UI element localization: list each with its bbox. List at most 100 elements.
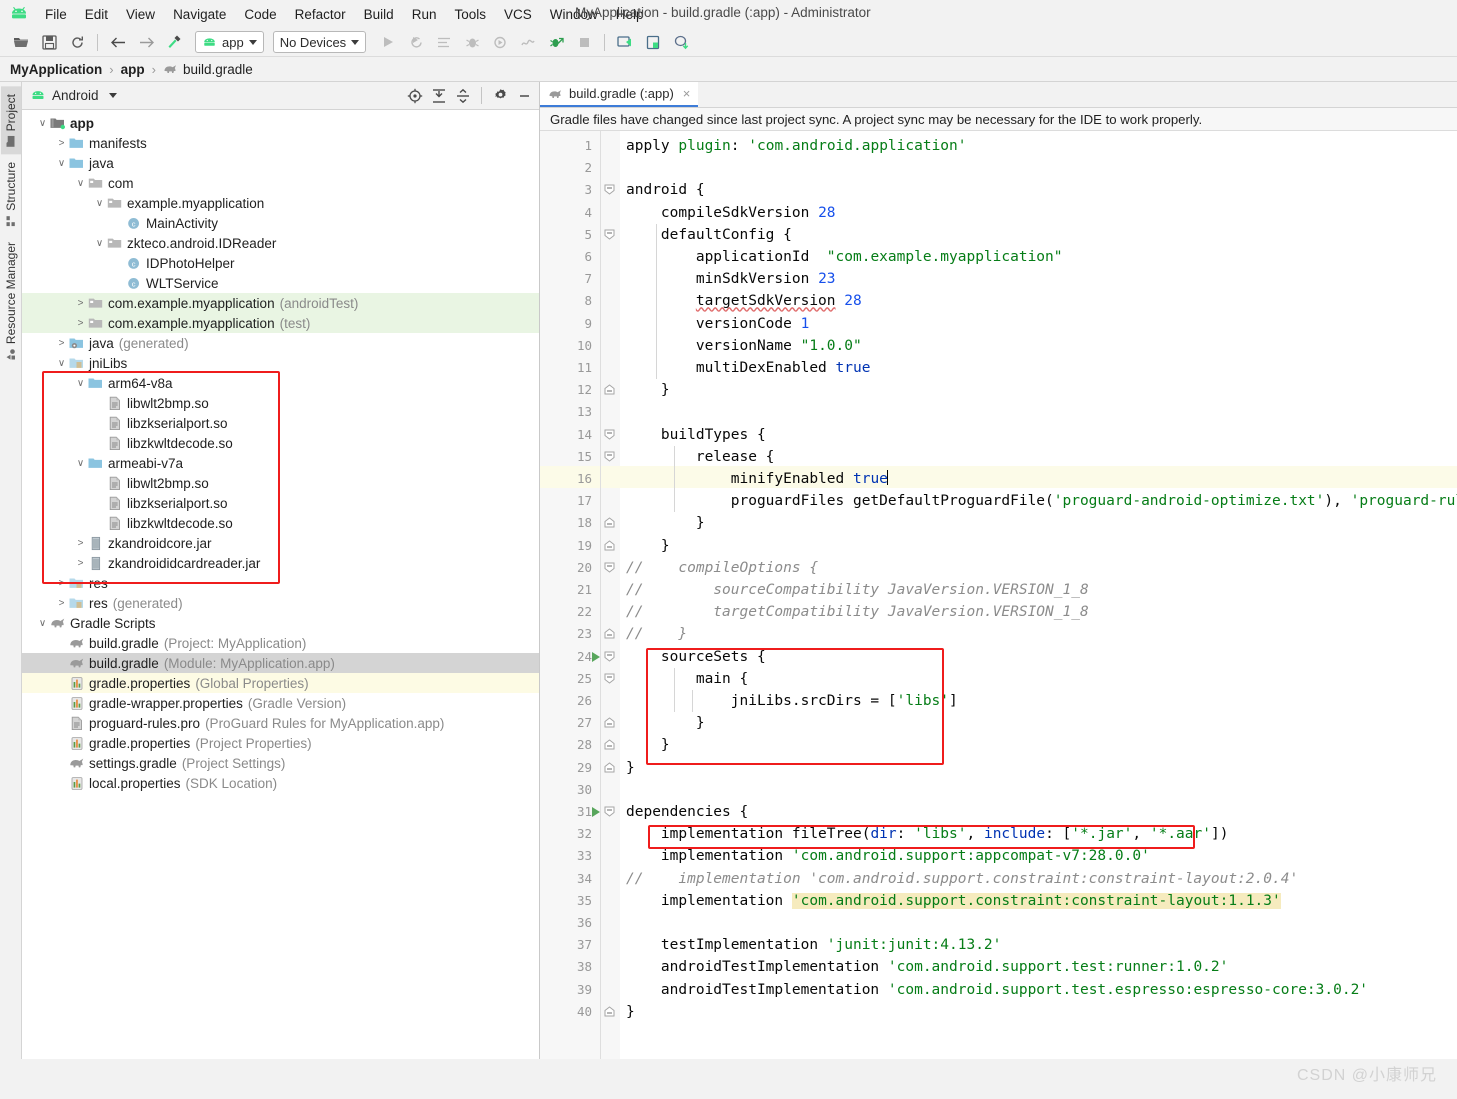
menu-run[interactable]: Run [403, 5, 446, 24]
hide-panel-icon[interactable] [513, 85, 535, 107]
avd-manager-icon[interactable] [612, 30, 638, 54]
tree-node-com-example-myapplication[interactable]: > com.example.myapplication (androidTest) [22, 293, 539, 313]
tree-node-build-gradle[interactable]: build.gradle (Module: MyApplication.app) [22, 653, 539, 673]
settings-gear-icon[interactable] [489, 85, 511, 107]
chevron-right-icon[interactable]: > [74, 558, 87, 569]
tree-node-libzkwltdecode-so[interactable]: libzkwltdecode.so [22, 513, 539, 533]
menu-refactor[interactable]: Refactor [286, 5, 355, 24]
menu-navigate[interactable]: Navigate [164, 5, 235, 24]
tree-node-app[interactable]: ∨ app [22, 113, 539, 133]
code-line[interactable]: sourceSets { [626, 646, 766, 668]
menu-edit[interactable]: Edit [76, 5, 117, 24]
tree-node-settings-gradle[interactable]: settings.gradle (Project Settings) [22, 753, 539, 773]
chevron-down-icon[interactable]: ∨ [93, 238, 106, 249]
expand-all-icon[interactable] [428, 85, 450, 107]
fold-collapse-icon[interactable] [604, 184, 615, 196]
menu-build[interactable]: Build [355, 5, 403, 24]
fold-expand-icon[interactable] [604, 1006, 615, 1017]
code-line[interactable]: android { [626, 179, 705, 201]
chevron-right-icon[interactable]: > [74, 298, 87, 309]
code-line[interactable]: implementation 'com.android.support:appc… [626, 845, 1150, 867]
sync-icon[interactable] [64, 30, 90, 54]
back-arrow-icon[interactable] [105, 30, 131, 54]
debug-icon[interactable] [459, 30, 485, 54]
code-line[interactable]: } [626, 1001, 635, 1023]
code-line[interactable]: // sourceCompatibility JavaVersion.VERSI… [626, 579, 1089, 601]
code-line[interactable]: implementation fileTree(dir: 'libs', inc… [626, 823, 1229, 845]
code-line[interactable]: } [626, 757, 635, 779]
tree-node-gradle-properties[interactable]: gradle.properties (Global Properties) [22, 673, 539, 693]
code-line[interactable]: main { [626, 668, 748, 690]
tree-node-jnilibs[interactable]: ∨ jniLibs [22, 353, 539, 373]
breadcrumb-item-project[interactable]: MyApplication [10, 62, 102, 77]
tab-build-gradle-app[interactable]: build.gradle (:app) × [540, 82, 699, 107]
project-tree[interactable]: ∨ app > manifests ∨ java ∨ com ∨ example.myapplic… [22, 110, 539, 1099]
code-editor[interactable]: 1 2 3 4 5 6 7 8 9 10 11 12 13 14 15 16 17 18 19 20 21 22 23 24 2… [540, 131, 1457, 1099]
code-folding-gutter[interactable] [600, 131, 620, 1099]
fold-expand-icon[interactable] [604, 761, 615, 773]
stop-icon[interactable] [571, 30, 597, 54]
tree-node-zkteco-android-idreader[interactable]: ∨ zkteco.android.IDReader [22, 233, 539, 253]
chevron-right-icon[interactable]: > [55, 338, 68, 349]
fold-collapse-icon[interactable] [604, 806, 615, 817]
chevron-down-icon[interactable]: ∨ [36, 618, 49, 629]
code-line[interactable]: // compileOptions { [626, 557, 818, 579]
chevron-down-icon[interactable]: ∨ [93, 198, 106, 209]
tree-node-local-properties[interactable]: local.properties (SDK Location) [22, 773, 539, 793]
tree-node-res[interactable]: > res (generated) [22, 593, 539, 613]
sdk-manager-icon[interactable] [640, 30, 666, 54]
fold-expand-icon[interactable] [604, 384, 615, 395]
tree-node-example-myapplication[interactable]: ∨ example.myapplication [22, 193, 539, 213]
tree-node-com[interactable]: ∨ com [22, 173, 539, 193]
chevron-right-icon[interactable]: > [55, 578, 68, 589]
breadcrumb-item-module[interactable]: app [121, 62, 145, 77]
tree-node-com-example-myapplication[interactable]: > com.example.myapplication (test) [22, 313, 539, 333]
chevron-down-icon[interactable]: ∨ [74, 458, 87, 469]
open-folder-icon[interactable] [8, 30, 34, 54]
menu-code[interactable]: Code [235, 5, 285, 24]
sidebar-item-project[interactable]: Project [0, 86, 21, 155]
code-line[interactable]: jniLibs.srcDirs = ['libs'] [626, 690, 958, 712]
select-opened-file-icon[interactable] [404, 85, 426, 107]
tree-node-res[interactable]: > res [22, 573, 539, 593]
collapse-all-icon[interactable] [452, 85, 474, 107]
code-line[interactable]: } [626, 535, 670, 557]
tree-node-zkandroididcardreader-jar[interactable]: > zkandroididcardreader.jar [22, 553, 539, 573]
code-line[interactable]: // implementation 'com.android.support.c… [626, 868, 1298, 890]
gutter-run-icon[interactable] [592, 651, 600, 662]
tree-node-idphotohelper[interactable]: c IDPhotoHelper [22, 253, 539, 273]
chevron-right-icon[interactable]: > [74, 538, 87, 549]
code-line[interactable]: implementation 'com.android.support.cons… [626, 890, 1281, 912]
build-hammer-icon[interactable] [161, 30, 187, 54]
menu-vcs[interactable]: VCS [495, 5, 541, 24]
menu-view[interactable]: View [117, 5, 164, 24]
tree-node-java[interactable]: ∨ java [22, 153, 539, 173]
code-line[interactable]: // } [626, 623, 687, 645]
tree-node-gradle-wrapper-properties[interactable]: gradle-wrapper.properties (Gradle Version… [22, 693, 539, 713]
forward-arrow-icon[interactable] [133, 30, 159, 54]
tree-node-libzkserialport-so[interactable]: libzkserialport.so [22, 413, 539, 433]
code-line[interactable]: testImplementation 'junit:junit:4.13.2' [626, 934, 1002, 956]
code-line[interactable]: apply plugin: 'com.android.application' [626, 135, 967, 157]
close-icon[interactable]: × [683, 86, 691, 101]
run-with-coverage-icon[interactable] [487, 30, 513, 54]
tree-node-libwlt2bmp-so[interactable]: libwlt2bmp.so [22, 473, 539, 493]
code-line[interactable]: compileSdkVersion 28 [626, 202, 836, 224]
fold-collapse-icon[interactable] [604, 229, 615, 240]
chevron-down-icon[interactable]: ∨ [55, 358, 68, 369]
menu-tools[interactable]: Tools [445, 5, 495, 24]
gutter-run-icon[interactable] [592, 807, 600, 817]
code-line[interactable]: } [626, 512, 705, 534]
sidebar-item-resource-manager[interactable]: Resource Manager [1, 234, 21, 367]
code-line[interactable]: minSdkVersion 23 [626, 268, 836, 290]
device-selector[interactable]: No Devices [272, 31, 367, 53]
code-line[interactable]: versionName "1.0.0" [626, 335, 862, 357]
chevron-right-icon[interactable]: > [55, 138, 68, 149]
run-icon[interactable] [375, 30, 401, 54]
menu-bar[interactable]: File Edit View Navigate Code Refactor Bu… [36, 5, 653, 24]
chevron-right-icon[interactable]: > [55, 598, 68, 609]
tree-node-manifests[interactable]: > manifests [22, 133, 539, 153]
breadcrumb-item-file[interactable]: build.gradle [183, 62, 253, 77]
code-line[interactable]: defaultConfig { [626, 224, 792, 246]
code-line[interactable]: } [626, 379, 670, 401]
